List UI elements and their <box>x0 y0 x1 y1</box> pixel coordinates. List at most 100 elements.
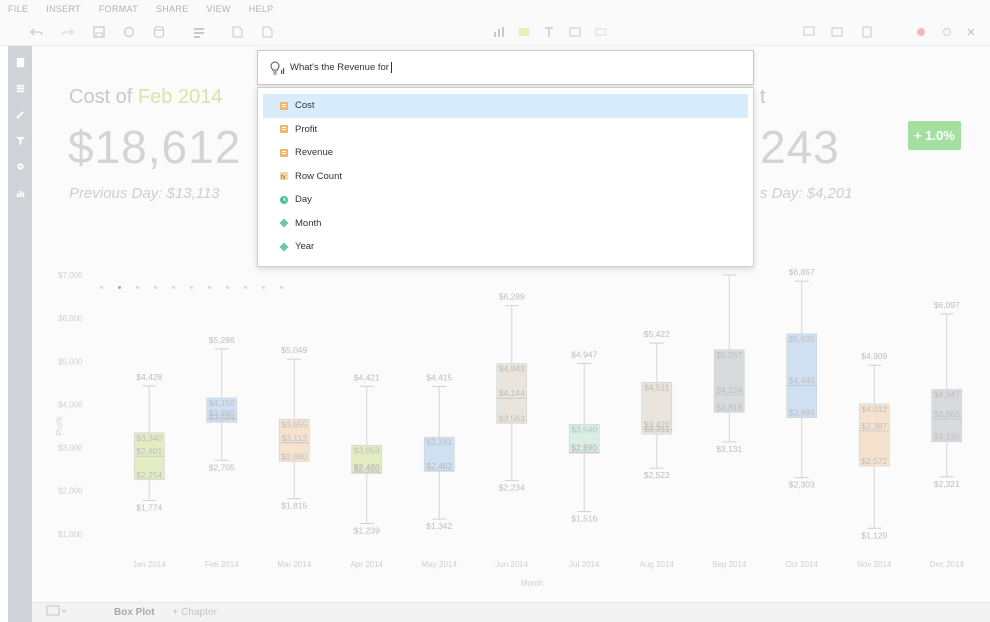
box-value-label: $3,584 <box>209 412 235 422</box>
y-tick-label: $4,000 <box>58 400 83 409</box>
comment-icon[interactable] <box>800 23 818 41</box>
box-value-label: $5,267 <box>716 350 742 360</box>
x-tick-label: Feb 2014 <box>205 560 239 569</box>
box-value-label: $3,663 <box>934 409 960 419</box>
tab-box-plot[interactable]: Box Plot <box>114 607 155 618</box>
x-tick-label: Dec 2014 <box>930 560 965 569</box>
box-value-label: $1,516 <box>571 514 597 524</box>
formula-icon: fx <box>279 171 289 181</box>
x-tick-label: Oct 2014 <box>786 560 819 569</box>
x-tick-label: Jul 2014 <box>569 560 600 569</box>
box-value-label: $3,655 <box>281 419 307 429</box>
box-value-label: $4,428 <box>136 372 162 382</box>
refresh-icon[interactable] <box>120 23 138 41</box>
menu-format[interactable]: FORMAT <box>99 4 138 14</box>
text-icon[interactable] <box>540 23 558 41</box>
filter-icon[interactable] <box>12 132 28 148</box>
y-tick-label: $1,000 <box>58 530 83 539</box>
menu-share[interactable]: SHARE <box>156 4 189 14</box>
query-text: What's the Revenue for <box>290 62 389 73</box>
box-value-label: $3,135 <box>934 432 960 442</box>
page-thumbnail-icon[interactable] <box>46 605 68 620</box>
image-icon[interactable] <box>566 23 584 41</box>
box-value-label: $4,947 <box>571 350 597 360</box>
settings-icon[interactable] <box>12 158 28 174</box>
present-icon[interactable] <box>828 23 846 41</box>
box-value-label: $3,112 <box>282 433 308 443</box>
add-chapter-button[interactable]: + Chapter <box>173 607 217 618</box>
box-value-label: $1,129 <box>861 530 887 540</box>
time-dimension-icon <box>279 195 289 205</box>
alert-icon[interactable] <box>912 23 930 41</box>
suggestion-dropdown: Cost Profit Revenue fx Row Count Day Mon… <box>257 87 754 267</box>
kpi-icon[interactable] <box>515 23 533 41</box>
measure-icon <box>279 148 289 158</box>
menu-file[interactable]: FILE <box>8 4 28 14</box>
filter-page-icon[interactable] <box>228 23 246 41</box>
menu-insert[interactable]: INSERT <box>46 4 81 14</box>
box-value-label: $2,572 <box>861 456 887 466</box>
redo-icon[interactable] <box>58 23 76 41</box>
suggestion-label: Revenue <box>295 147 334 159</box>
suggestion-month[interactable]: Month <box>263 212 748 236</box>
close-icon[interactable] <box>962 23 980 41</box>
database-icon[interactable] <box>150 23 168 41</box>
layout-icon[interactable] <box>592 23 610 41</box>
box-value-label: $4,440 <box>789 375 815 385</box>
box-value-label: $6,289 <box>499 292 525 302</box>
svg-text:fx: fx <box>281 175 286 181</box>
x-tick-label: Aug 2014 <box>640 560 675 569</box>
suggestion-year[interactable]: Year <box>263 235 748 259</box>
box-value-label: $5,422 <box>644 329 670 339</box>
box-value-label: $4,150 <box>209 398 235 408</box>
menu-help[interactable]: HELP <box>249 4 274 14</box>
box-value-label: $3,563 <box>499 413 525 423</box>
suggestion-label: Profit <box>295 123 318 135</box>
list-icon[interactable] <box>12 80 28 96</box>
app-window: FILE INSERT FORMAT SHARE VIEW HELP Cost … <box>0 0 990 622</box>
query-input[interactable]: What's the Revenue for <box>290 61 392 73</box>
box-value-label: $6,097 <box>934 300 960 310</box>
box-value-label: $2,234 <box>499 483 525 493</box>
chart-icon[interactable] <box>490 23 508 41</box>
save-icon[interactable] <box>90 23 108 41</box>
box-value-label: $3,131 <box>716 444 742 454</box>
box-value-label: $4,943 <box>499 364 525 374</box>
data-source-icon[interactable] <box>190 23 208 41</box>
box-value-label: $3,340 <box>136 433 162 443</box>
suggestion-cost[interactable]: Cost <box>263 94 748 118</box>
measure-icon <box>279 124 289 134</box>
box-value-label: $2,680 <box>281 451 307 461</box>
export-icon[interactable] <box>858 23 876 41</box>
menu-view[interactable]: VIEW <box>207 4 231 14</box>
suggestion-revenue[interactable]: Revenue <box>263 141 748 165</box>
new-page-icon[interactable] <box>258 23 276 41</box>
box-value-label: $2,870 <box>571 443 597 453</box>
suggestion-day[interactable]: Day <box>263 188 748 212</box>
box-value-label: $2,522 <box>644 470 670 480</box>
suggestion-profit[interactable]: Profit <box>263 118 748 142</box>
ask-question-bar[interactable]: What's the Revenue for <box>257 50 754 85</box>
x-tick-label: Apr 2014 <box>351 560 384 569</box>
measure-icon <box>279 101 289 111</box>
x-tick-label: Mar 2014 <box>277 560 311 569</box>
x-tick-label: Nov 2014 <box>857 560 892 569</box>
box-value-label: $2,321 <box>934 479 960 489</box>
suggestion-label: Year <box>295 241 315 253</box>
y-tick-label: $5,000 <box>58 357 83 366</box>
undo-icon[interactable] <box>28 23 46 41</box>
page-icon[interactable] <box>12 54 28 70</box>
box-value-label: $5,635 <box>789 334 815 344</box>
menu-bar: FILE INSERT FORMAT SHARE VIEW HELP <box>0 0 990 18</box>
suggestion-row-count[interactable]: fx Row Count <box>263 165 748 189</box>
box-value-label: $1,239 <box>354 526 380 536</box>
analytics-icon[interactable] <box>12 184 28 200</box>
box-value-label: $3,387 <box>861 421 887 431</box>
brush-icon[interactable] <box>12 106 28 122</box>
y-tick-label: $2,000 <box>58 487 83 496</box>
y-tick-label: $7,000 <box>58 271 83 280</box>
box-value-label: $4,909 <box>861 351 887 361</box>
box-value-label: $3,053 <box>354 445 380 455</box>
box-value-label: $2,400 <box>354 463 380 473</box>
share-icon[interactable] <box>938 23 956 41</box>
